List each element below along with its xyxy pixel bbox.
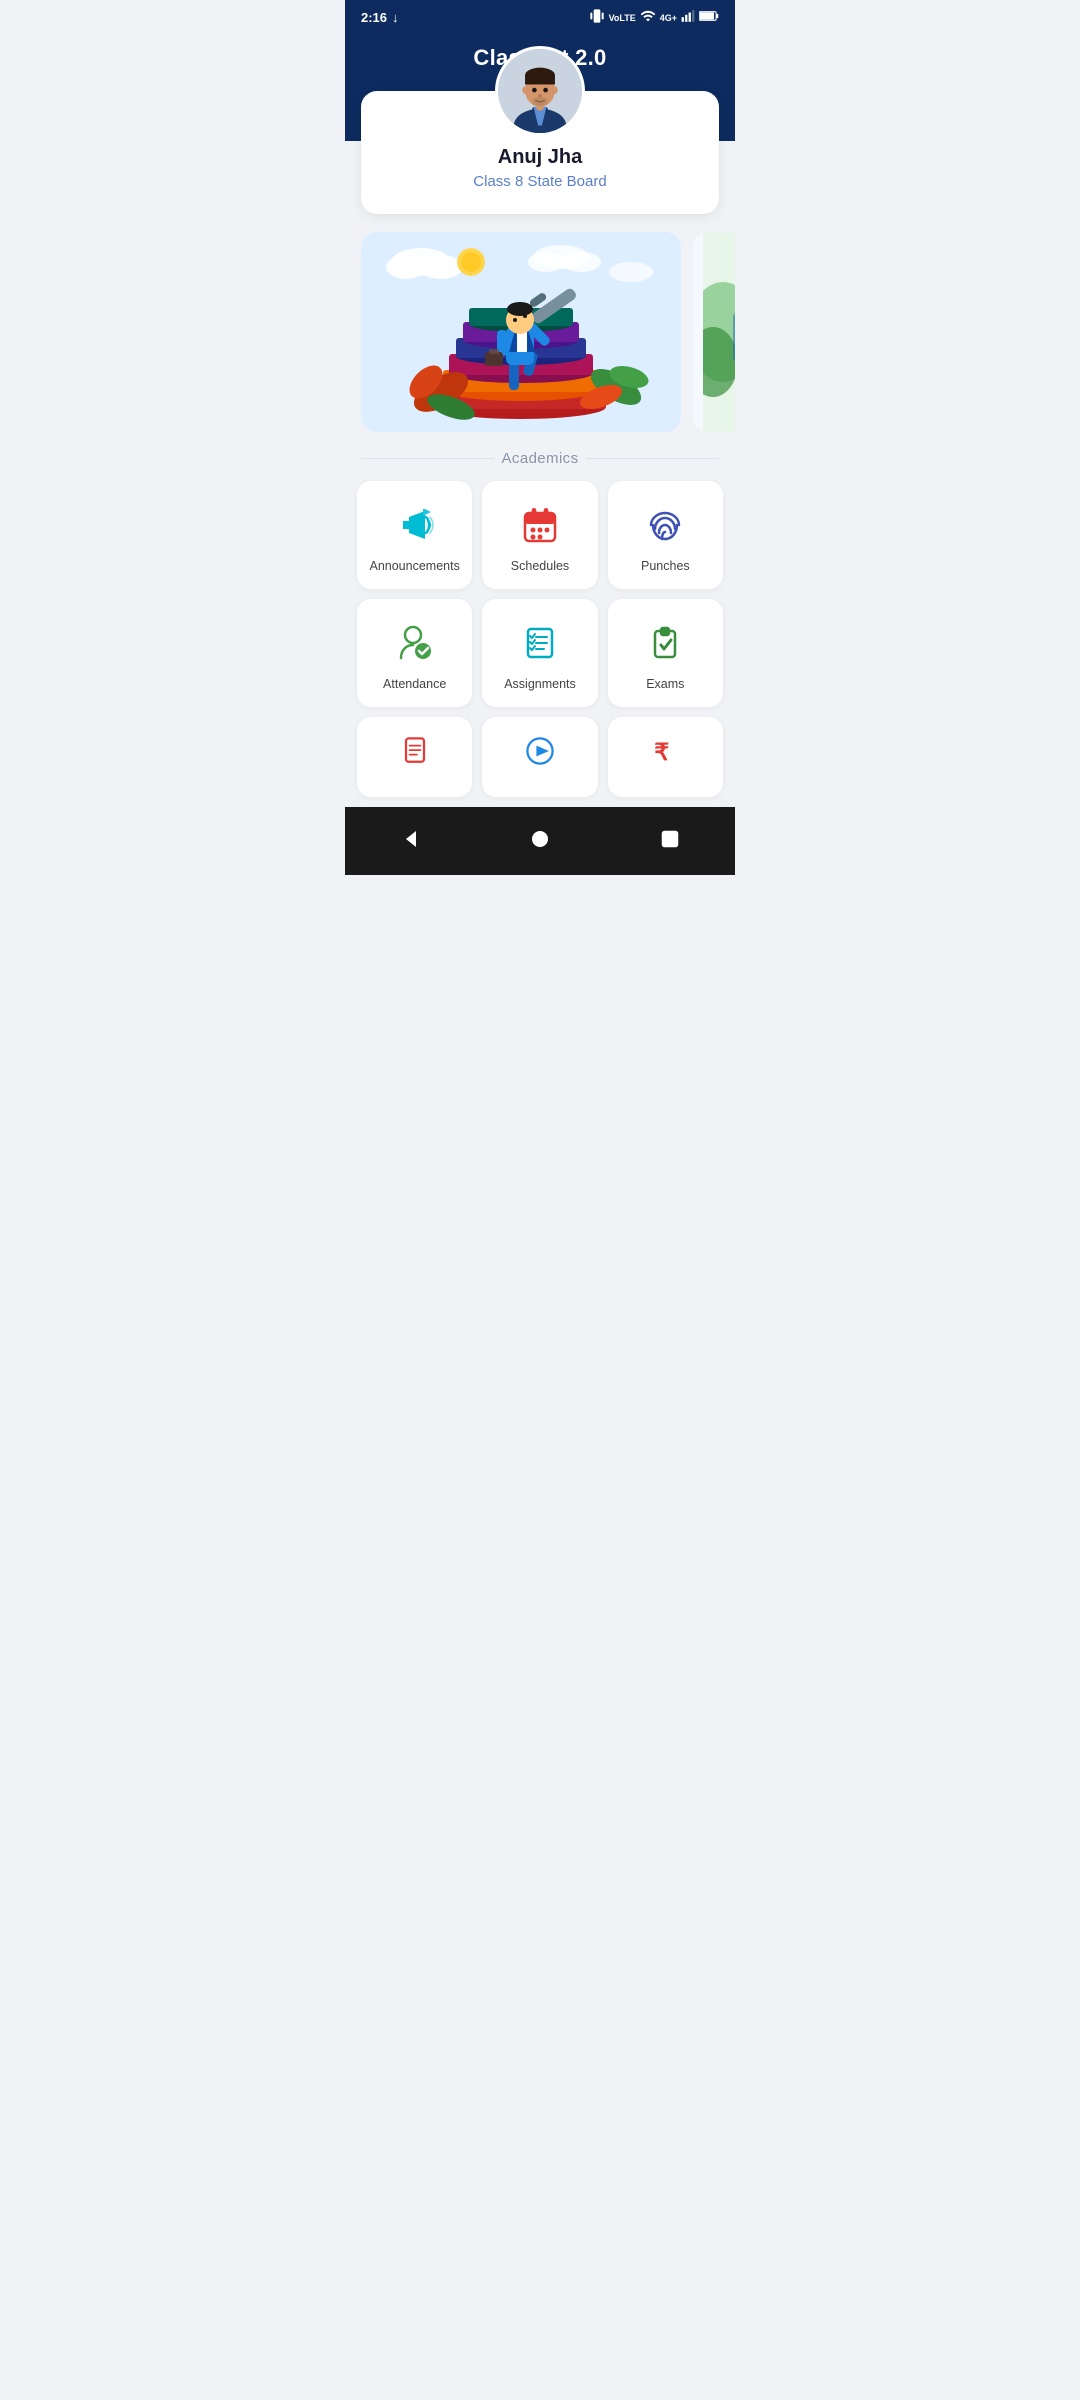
nav-recent-button[interactable] <box>650 819 690 859</box>
partial-item-notes[interactable] <box>357 717 472 797</box>
announcements-icon <box>393 503 437 547</box>
status-left: 2:16 ↓ <box>361 10 399 25</box>
banner-card-main[interactable] <box>361 232 681 432</box>
wifi-icon <box>640 8 656 27</box>
academics-grid-row1: Announcements Schedules <box>345 481 735 589</box>
schedules-icon <box>518 503 562 547</box>
profile-card: Anuj Jha Class 8 State Board <box>361 91 719 214</box>
volte-label: VoLTE <box>609 13 636 23</box>
avatar <box>495 46 585 136</box>
partial-items-row: ₹ <box>345 717 735 797</box>
nav-back-button[interactable] <box>390 819 430 859</box>
network-label: 4G+ <box>660 13 677 23</box>
academics-grid-row2: Attendance Assignments <box>345 599 735 707</box>
academics-section-header: Academics <box>345 450 735 467</box>
signal-icon <box>681 9 695 26</box>
battery-icon <box>699 10 719 25</box>
grid-item-punches[interactable]: Punches <box>608 481 723 589</box>
assignments-label: Assignments <box>504 677 576 691</box>
schedules-label: Schedules <box>511 559 569 573</box>
assignments-icon <box>518 621 562 665</box>
grid-item-assignments[interactable]: Assignments <box>482 599 597 707</box>
status-bar: 2:16 ↓ VoLTE 4G+ <box>345 0 735 33</box>
rupee-icon: ₹ <box>647 733 683 774</box>
announcements-label: Announcements <box>369 559 459 573</box>
banner-illustration <box>361 232 681 432</box>
exams-icon <box>643 621 687 665</box>
punches-label: Punches <box>641 559 690 573</box>
status-right: VoLTE 4G+ <box>589 8 719 27</box>
svg-text:₹: ₹ <box>655 739 670 765</box>
play-icon <box>522 733 558 774</box>
attendance-label: Attendance <box>383 677 446 691</box>
grid-item-exams[interactable]: Exams <box>608 599 723 707</box>
grid-item-announcements[interactable]: Announcements <box>357 481 472 589</box>
user-name: Anuj Jha <box>381 146 699 169</box>
bottom-navigation <box>345 807 735 875</box>
academics-label: Academics <box>502 450 579 467</box>
time-display: 2:16 <box>361 10 387 25</box>
notes-icon <box>397 733 433 774</box>
grid-item-schedules[interactable]: Schedules <box>482 481 597 589</box>
banner-card-partial[interactable] <box>693 232 735 432</box>
partial-item-play[interactable] <box>482 717 597 797</box>
partial-item-fees[interactable]: ₹ <box>608 717 723 797</box>
banner-section[interactable] <box>345 232 735 432</box>
punches-icon <box>643 503 687 547</box>
user-class: Class 8 State Board <box>381 173 699 190</box>
attendance-icon <box>393 621 437 665</box>
grid-item-attendance[interactable]: Attendance <box>357 599 472 707</box>
exams-label: Exams <box>646 677 684 691</box>
profile-card-wrapper: Anuj Jha Class 8 State Board <box>345 91 735 214</box>
nav-home-button[interactable] <box>520 819 560 859</box>
download-icon: ↓ <box>392 10 399 25</box>
section-line-left <box>361 458 494 459</box>
section-line-right <box>586 458 719 459</box>
avatar-wrapper <box>381 46 699 136</box>
vibrate-icon <box>589 8 605 27</box>
